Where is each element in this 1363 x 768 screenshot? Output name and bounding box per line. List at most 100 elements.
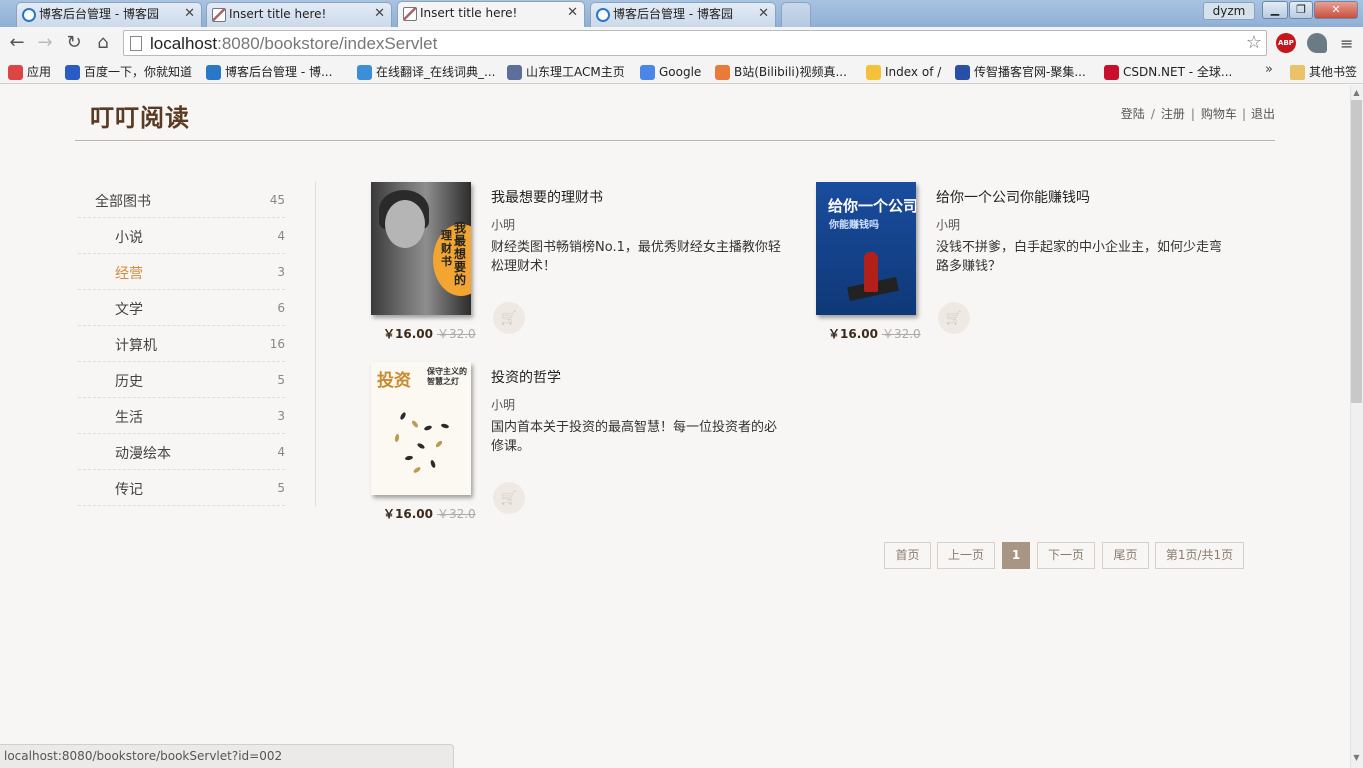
cart-link[interactable]: 购物车 (1201, 107, 1237, 121)
browser-tab-4[interactable]: 博客后台管理 - 博客园 ✕ (590, 2, 776, 27)
category-name: 计算机 (115, 338, 157, 354)
category-name: 动漫绘本 (115, 446, 171, 462)
category-item-literature[interactable]: 文学 6 (78, 290, 285, 326)
bookmark-itcast[interactable]: 传智播客官网-聚集... (955, 63, 1086, 81)
category-count: 5 (277, 481, 285, 495)
bookmark-csdn[interactable]: CSDN.NET - 全球... (1104, 63, 1232, 81)
next-page-button[interactable]: 下一页 (1037, 542, 1095, 569)
itcast-icon (955, 65, 970, 80)
cover-leaf (423, 424, 433, 432)
book-title-link[interactable]: 我最想要的理财书 (491, 187, 603, 207)
book-cover-image[interactable]: 给你一个公司 你能赚钱吗 (816, 182, 916, 315)
book-card: 投资 保守主义的智慧之灯 ￥16.00 ￥32.0 投资的哲学 小明 国内首本关于… (371, 362, 791, 532)
back-arrow-icon[interactable]: ← (5, 31, 29, 55)
category-item-comics[interactable]: 动漫绘本 4 (78, 434, 285, 470)
site-logo[interactable]: 叮叮阅读 (90, 98, 190, 133)
forward-arrow-icon[interactable]: → (33, 31, 57, 55)
logout-link[interactable]: 退出 (1251, 107, 1275, 121)
browser-toolbar: ← → ↻ ⌂ localhost:8080/bookstore/indexSe… (0, 27, 1363, 59)
add-to-cart-button[interactable]: 🛒 (493, 302, 525, 334)
cover-title-text: 投资 (377, 371, 411, 391)
cover-title-text: 保守主义的智慧之灯 (427, 367, 467, 386)
bookmark-translate[interactable]: 在线翻译_在线词典_... (357, 63, 495, 81)
add-to-cart-button[interactable]: 🛒 (938, 302, 970, 334)
cover-title-text: 你能赚钱吗 (829, 220, 879, 231)
book-title-link[interactable]: 给你一个公司你能赚钱吗 (936, 187, 1090, 207)
new-tab-button[interactable] (781, 2, 811, 27)
cnblogs-icon (596, 8, 610, 22)
bookmark-sdut-acm[interactable]: 山东理工ACM主页 (507, 63, 625, 81)
bookmark-label: 百度一下，你就知道 (84, 65, 193, 79)
browser-user-badge[interactable]: dyzm (1203, 2, 1255, 20)
bookmark-other-folder[interactable]: 其他书签 (1290, 63, 1357, 81)
category-item-novel[interactable]: 小说 4 (78, 218, 285, 254)
browser-tab-1[interactable]: 博客后台管理 - 博客园 ✕ (16, 2, 202, 27)
browser-menu-icon[interactable]: ≡ (1340, 34, 1353, 53)
category-item-life[interactable]: 生活 3 (78, 398, 285, 434)
cover-leaf (412, 466, 422, 474)
close-window-button[interactable]: ✕ (1314, 1, 1358, 19)
cart-icon: 🛒 (945, 311, 963, 326)
book-cover-image[interactable]: 我最想要的 理财书 (371, 182, 471, 315)
browser-tab-2[interactable]: Insert title here! ✕ (206, 2, 392, 27)
register-link[interactable]: 注册 (1161, 107, 1185, 121)
adblock-plus-icon[interactable]: ABP (1276, 33, 1296, 53)
reload-icon[interactable]: ↻ (62, 31, 86, 55)
bookmarks-overflow-chevron-icon[interactable]: » (1265, 62, 1273, 77)
browser-tab-strip: 博客后台管理 - 博客园 ✕ Insert title here! ✕ Inse… (0, 0, 1363, 28)
book-price: ￥16.00 ￥32.0 (828, 325, 921, 342)
last-page-button[interactable]: 尾页 (1102, 542, 1149, 569)
close-tab-icon[interactable]: ✕ (567, 2, 578, 24)
close-tab-icon[interactable]: ✕ (184, 3, 195, 25)
close-tab-icon[interactable]: ✕ (374, 3, 385, 25)
book-title-link[interactable]: 投资的哲学 (491, 367, 561, 387)
category-item-biography[interactable]: 传记 5 (78, 470, 285, 506)
user-nav: 登陆 / 注册 | 购物车 | 退出 (1121, 105, 1275, 122)
book-cover-image[interactable]: 投资 保守主义的智慧之灯 (371, 362, 471, 495)
home-icon[interactable]: ⌂ (91, 31, 115, 55)
bookmark-cnblogs[interactable]: 博客后台管理 - 博... (206, 63, 332, 81)
cart-icon: 🛒 (500, 491, 518, 506)
bookmark-label: CSDN.NET - 全球... (1123, 65, 1233, 79)
bookmark-baidu[interactable]: 百度一下，你就知道 (65, 63, 192, 81)
bookmark-bilibili[interactable]: B站(Bilibili)视频真... (715, 63, 847, 81)
maximize-button[interactable]: ❐ (1289, 1, 1313, 19)
bookmark-label: B站(Bilibili)视频真... (734, 65, 847, 79)
cover-leaf (399, 411, 407, 421)
category-item-business[interactable]: 经营 3 (78, 254, 285, 290)
nav-separator: | (1241, 107, 1246, 121)
bookmark-google[interactable]: Google (640, 63, 701, 81)
book-card: 给你一个公司 你能赚钱吗 ￥16.00 ￥32.0 给你一个公司你能赚钱吗 小明 … (816, 182, 1236, 352)
extension-icon[interactable] (1307, 33, 1327, 53)
close-tab-icon[interactable]: ✕ (758, 3, 769, 25)
bookmark-star-icon[interactable]: ☆ (1246, 32, 1262, 53)
scroll-down-arrow-icon[interactable]: ▼ (1351, 753, 1362, 765)
bookmark-label: 在线翻译_在线词典_... (376, 65, 496, 79)
category-item-history[interactable]: 历史 5 (78, 362, 285, 398)
browser-tab-3-active[interactable]: Insert title here! ✕ (397, 1, 585, 28)
category-name: 全部图书 (95, 194, 151, 210)
current-page-indicator[interactable]: 1 (1002, 542, 1030, 569)
scrollbar-thumb[interactable] (1351, 100, 1362, 403)
book-price: ￥16.00 ￥32.0 (383, 505, 476, 522)
scroll-up-arrow-icon[interactable]: ▲ (1351, 88, 1362, 100)
tab-title: Insert title here! (229, 7, 327, 21)
book-description: 没钱不拼爹，白手起家的中小企业主，如何少走弯路多赚钱？ (936, 240, 1223, 274)
first-page-button[interactable]: 首页 (884, 542, 931, 569)
minimize-button[interactable]: ▁ (1262, 1, 1288, 19)
address-bar[interactable]: localhost:8080/bookstore/indexServlet ☆ (123, 30, 1267, 56)
bookmark-apps[interactable]: 应用 (8, 63, 51, 81)
book-author: 小明 (491, 218, 516, 232)
category-item-all[interactable]: 全部图书 45 (78, 182, 285, 218)
add-to-cart-button[interactable]: 🛒 (493, 482, 525, 514)
book-price: ￥16.00 ￥32.0 (383, 325, 476, 342)
category-count: 3 (277, 265, 285, 279)
book-card: 我最想要的 理财书 ￥16.00 ￥32.0 我最想要的理财书 小明 财经类图书畅… (371, 182, 791, 352)
prev-page-button[interactable]: 上一页 (937, 542, 995, 569)
bookmark-label: 其他书签 (1309, 65, 1358, 79)
bookmark-index-of[interactable]: Index of / (866, 63, 941, 81)
url-text[interactable]: localhost:8080/bookstore/indexServlet (150, 34, 437, 54)
login-link[interactable]: 登陆 (1121, 107, 1145, 121)
category-item-computer[interactable]: 计算机 16 (78, 326, 285, 362)
original-price: ￥32.0 (436, 327, 476, 341)
